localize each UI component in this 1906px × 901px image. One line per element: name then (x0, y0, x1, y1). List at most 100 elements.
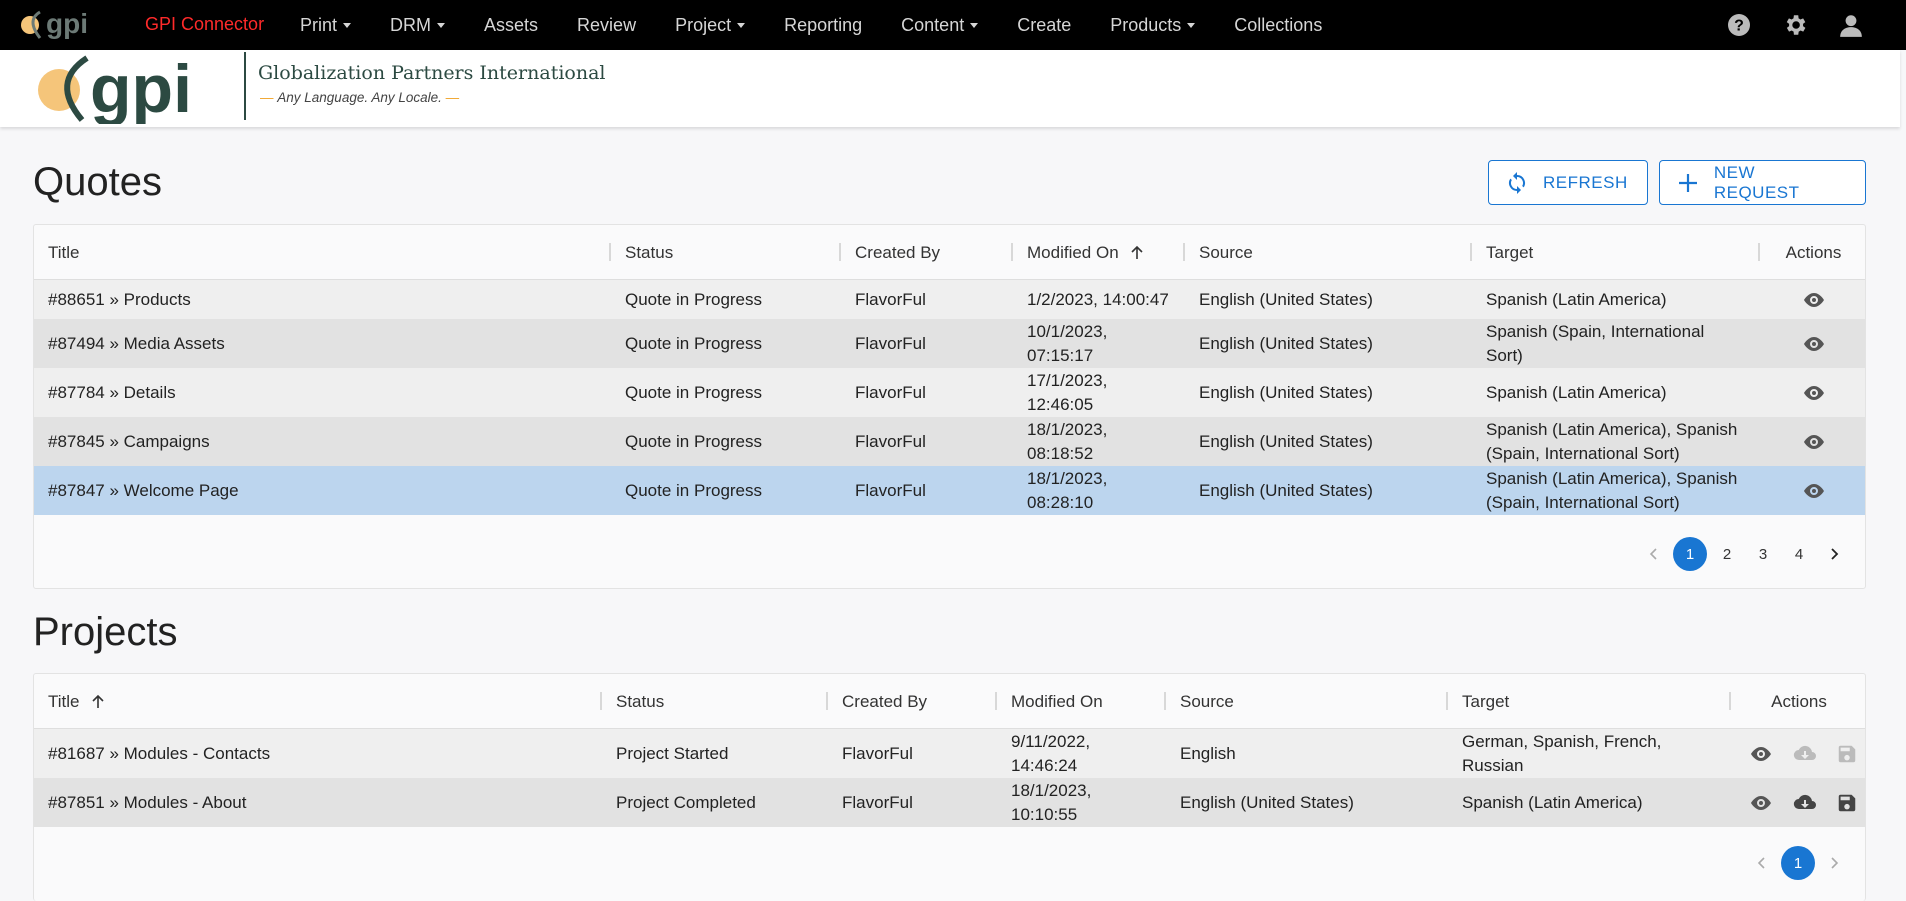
col-source[interactable]: Source (1185, 225, 1472, 280)
company-header: gpi Globalization Partners International… (0, 50, 1900, 127)
cell-status: Quote in Progress (625, 289, 763, 309)
cell-source: English (United States) (1199, 480, 1373, 500)
col-title[interactable]: Title (34, 674, 602, 729)
menu-assets[interactable]: Assets (484, 15, 538, 36)
view-eye-icon[interactable] (1760, 319, 1867, 368)
cell-status: Project Completed (616, 792, 756, 812)
cell-status: Quote in Progress (625, 382, 763, 402)
refresh-icon (1505, 171, 1529, 195)
col-status[interactable]: Status (611, 225, 841, 280)
col-modified-on[interactable]: Modified On (997, 674, 1166, 729)
menu-review[interactable]: Review (577, 15, 636, 36)
menu-project[interactable]: Project (675, 15, 746, 36)
cell-title: #87494 » Media Assets (48, 333, 225, 353)
caret-down-icon (437, 23, 446, 29)
company-name: Globalization Partners International (258, 62, 606, 84)
view-eye-icon[interactable] (1741, 729, 1781, 778)
header-divider (244, 52, 246, 120)
table-row[interactable]: #87851 » Modules - About Project Complet… (34, 778, 1865, 827)
page-4[interactable]: 4 (1781, 538, 1817, 570)
quotes-pagination: 1 2 3 4 (1637, 537, 1851, 571)
caret-down-icon (343, 23, 352, 29)
col-modified-on[interactable]: Modified On (1013, 225, 1185, 280)
menu-drm[interactable]: DRM (390, 15, 446, 36)
menu-print[interactable]: Print (300, 15, 352, 36)
prev-page-icon[interactable] (1637, 538, 1671, 570)
cell-status: Quote in Progress (625, 431, 763, 451)
save-disk-icon[interactable] (1829, 729, 1865, 778)
cell-target: Spanish (Latin America), Spanish (Spain,… (1486, 419, 1738, 463)
page-2[interactable]: 2 (1709, 538, 1745, 570)
col-status[interactable]: Status (602, 674, 828, 729)
col-title[interactable]: Title (34, 225, 611, 280)
save-disk-icon[interactable] (1829, 778, 1865, 827)
table-row-selected[interactable]: #87847 » Welcome Page Quote in Progress … (34, 466, 1865, 515)
company-tagline: — Any Language. Any Locale. — (260, 90, 460, 105)
table-row[interactable]: #87845 » Campaigns Quote in Progress Fla… (34, 417, 1865, 466)
table-row[interactable]: #81687 » Modules - Contacts Project Star… (34, 729, 1865, 778)
cell-source: English (1180, 743, 1236, 763)
view-eye-icon[interactable] (1760, 280, 1867, 319)
page-1[interactable]: 1 (1781, 846, 1815, 880)
menu-content[interactable]: Content (901, 15, 979, 36)
quotes-title: Quotes (33, 160, 162, 204)
view-eye-icon[interactable] (1760, 368, 1867, 417)
next-page-icon[interactable] (1817, 847, 1851, 879)
cell-target: German, Spanish, French, Russian (1462, 731, 1662, 775)
cell-status: Project Started (616, 743, 729, 763)
plus-icon (1676, 171, 1700, 195)
menu-collections[interactable]: Collections (1234, 15, 1322, 36)
cell-title: #87784 » Details (48, 382, 176, 402)
cell-created-by: FlavorFul (855, 480, 926, 500)
menu-reporting[interactable]: Reporting (784, 15, 862, 36)
cell-target: Spanish (Spain, International Sort) (1486, 321, 1705, 365)
col-source[interactable]: Source (1166, 674, 1448, 729)
cell-created-by: FlavorFul (855, 382, 926, 402)
cell-title: #87847 » Welcome Page (48, 480, 239, 500)
gear-icon[interactable] (1780, 10, 1810, 40)
gpi-company-logo: gpi (38, 52, 192, 124)
refresh-button[interactable]: REFRESH (1488, 160, 1648, 205)
next-page-icon[interactable] (1817, 538, 1851, 570)
brand-link[interactable]: GPI Connector (145, 14, 264, 35)
cell-modified: 10/1/2023, 07:15:17 (1027, 321, 1108, 365)
col-created-by[interactable]: Created By (828, 674, 997, 729)
sort-ascending-icon (1129, 245, 1145, 261)
cell-target: Spanish (Latin America) (1486, 289, 1667, 309)
help-icon[interactable]: ? (1724, 10, 1754, 40)
col-target[interactable]: Target (1448, 674, 1731, 729)
view-eye-icon[interactable] (1741, 778, 1781, 827)
cell-created-by: FlavorFul (855, 289, 926, 309)
quotes-table: Title Status Created By Modified On Sour… (33, 224, 1866, 589)
page-1[interactable]: 1 (1673, 537, 1707, 571)
cloud-download-icon[interactable] (1785, 729, 1825, 778)
caret-down-icon (1187, 23, 1196, 29)
cell-target: Spanish (Latin America) (1486, 382, 1667, 402)
user-icon[interactable] (1836, 10, 1866, 40)
page-3[interactable]: 3 (1745, 538, 1781, 570)
cell-title: #87851 » Modules - About (48, 792, 247, 812)
svg-text:gpi: gpi (46, 8, 88, 39)
table-row[interactable]: #88651 » Products Quote in Progress Flav… (34, 280, 1865, 319)
cell-title: #81687 » Modules - Contacts (48, 743, 271, 763)
view-eye-icon[interactable] (1760, 466, 1867, 515)
cell-source: English (United States) (1199, 382, 1373, 402)
cell-title: #88651 » Products (48, 289, 191, 309)
cloud-download-icon[interactable] (1785, 778, 1825, 827)
table-row[interactable]: #87494 » Media Assets Quote in Progress … (34, 319, 1865, 368)
view-eye-icon[interactable] (1760, 417, 1867, 466)
new-request-button[interactable]: NEW REQUEST (1659, 160, 1866, 205)
cell-status: Quote in Progress (625, 480, 763, 500)
nav-right-icons: ? (1724, 10, 1866, 40)
cell-modified: 17/1/2023, 12:46:05 (1027, 370, 1108, 414)
svg-text:?: ? (1734, 18, 1744, 35)
col-target[interactable]: Target (1472, 225, 1760, 280)
cell-modified: 1/2/2023, 14:00:47 (1027, 289, 1169, 309)
gpi-logo-icon[interactable]: gpi (18, 6, 110, 42)
table-row[interactable]: #87784 » Details Quote in Progress Flavo… (34, 368, 1865, 417)
prev-page-icon[interactable] (1745, 847, 1779, 879)
cell-created-by: FlavorFul (855, 431, 926, 451)
menu-products[interactable]: Products (1110, 15, 1196, 36)
menu-create[interactable]: Create (1017, 15, 1071, 36)
col-created-by[interactable]: Created By (841, 225, 1013, 280)
